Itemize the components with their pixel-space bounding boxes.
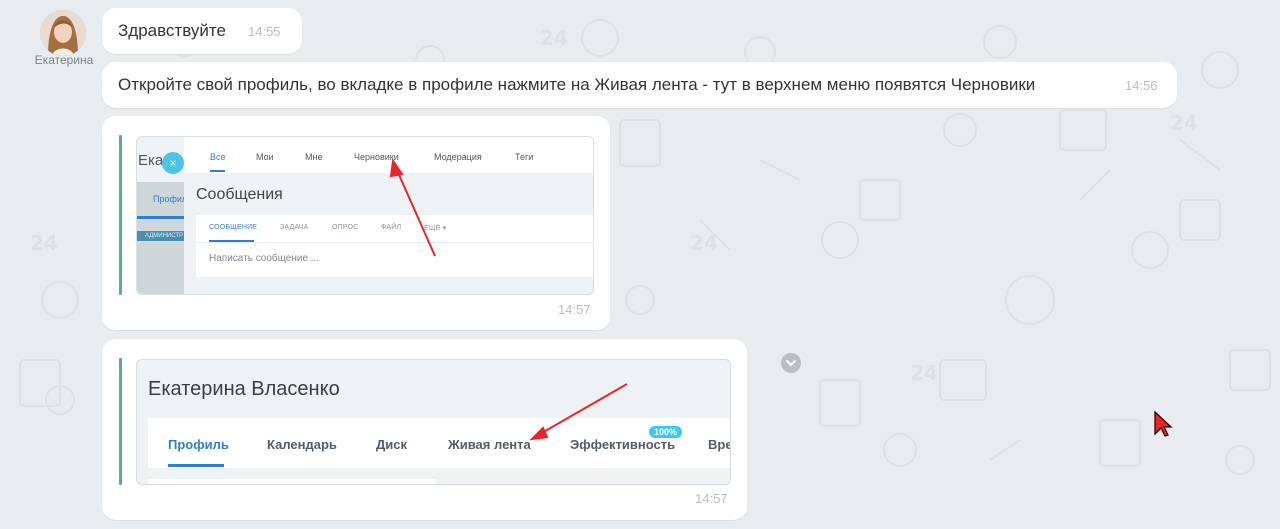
feed-tabs: Все Мои Мне Черновики Модерация Теги	[184, 137, 593, 173]
message-bubble-instructions: Откройте свой профиль, во вкладке в проф…	[102, 62, 1177, 108]
tab-calendar: Календарь	[267, 437, 337, 452]
composer-tab-task: ЗАДАЧА	[280, 224, 309, 231]
tab-to-me: Мне	[305, 152, 323, 162]
attached-screenshot-profile[interactable]: Екатерина Власенко Профиль Календарь Дис…	[136, 359, 731, 485]
message-time: 14:57	[695, 491, 728, 506]
composer-tab-message: СООБЩЕНИЕ	[209, 224, 258, 231]
profile-tabs: Профиль Календарь Диск Живая лента Эффек…	[148, 418, 731, 468]
svg-text:24: 24	[540, 26, 568, 50]
tab-moderation: Модерация	[434, 152, 482, 162]
svg-text:24: 24	[30, 231, 58, 255]
author-avatar[interactable]	[40, 10, 86, 56]
screenshot-main-panel: Все Мои Мне Черновики Модерация Теги Соо…	[184, 137, 593, 294]
svg-text:24: 24	[910, 361, 938, 385]
tab-disk: Диск	[376, 437, 407, 452]
tab-time: Вре	[708, 437, 731, 452]
tab-all: Все	[210, 152, 226, 162]
profile-user-name: Екатерина Власенко	[148, 378, 340, 400]
tab-mine: Мои	[256, 152, 274, 162]
composer-tab-file: ФАЙЛ	[381, 224, 402, 231]
close-icon: ×	[162, 152, 184, 174]
message-time: 14:55	[248, 24, 281, 39]
post-composer: СООБЩЕНИЕ ЗАДАЧА ОПРОС ФАЙЛ ЕЩЁ ▾ Написа…	[196, 215, 593, 277]
message-time: 14:56	[1125, 78, 1158, 93]
image-quote-bar	[119, 358, 122, 485]
tab-efficiency: Эффективность	[570, 437, 676, 452]
composer-tab-poll: ОПРОС	[332, 224, 359, 231]
tab-live-feed: Живая лента	[448, 437, 531, 452]
svg-text:24: 24	[690, 231, 718, 255]
message-text: Здравствуйте	[118, 21, 226, 40]
composer-placeholder: Написать сообщение ...	[209, 253, 320, 264]
feed-title: Сообщения	[196, 186, 283, 203]
efficiency-badge: 100%	[649, 426, 683, 438]
panel-title: Ека	[138, 152, 164, 169]
chevron-down-icon[interactable]	[781, 353, 801, 373]
author-name: Екатерина	[34, 53, 94, 67]
tab-drafts: Черновики	[354, 152, 399, 162]
tab-profile: Профиль	[168, 437, 229, 452]
svg-text:24: 24	[1170, 111, 1198, 135]
message-time: 14:57	[558, 302, 591, 317]
mouse-cursor-icon	[1154, 410, 1173, 437]
message-bubble-greeting: Здравствуйте 14:55	[102, 8, 302, 54]
panel-strip: АДМИНИСТР	[137, 231, 184, 241]
composer-tab-more: ЕЩЁ ▾	[424, 225, 447, 232]
tab-tags: Теги	[515, 152, 534, 162]
message-text: Откройте свой профиль, во вкладке в проф…	[118, 75, 1036, 94]
image-quote-bar	[119, 135, 122, 295]
attached-screenshot-drafts[interactable]: Ека Профиль АДМИНИСТР × Все Мои Мне Черн…	[136, 136, 594, 295]
